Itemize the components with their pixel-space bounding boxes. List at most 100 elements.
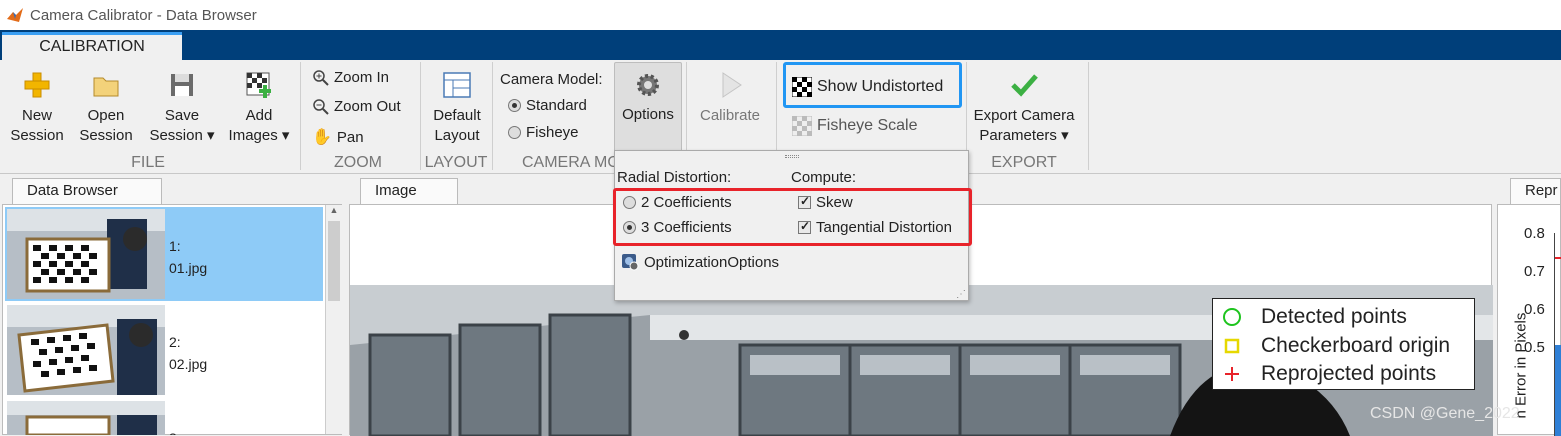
floppy-disk-icon xyxy=(171,74,193,96)
fisheye-radio[interactable]: Fisheye xyxy=(508,124,579,141)
legend-detected: Detected points xyxy=(1221,305,1407,329)
export-label-2: Parameters xyxy=(979,127,1057,144)
dropdown-arrow-icon: ▾ xyxy=(1056,127,1069,144)
default-layout-button[interactable]: Default Layout xyxy=(426,70,488,146)
list-item[interactable]: 2: 02.jpg xyxy=(5,303,323,397)
thumbnail-image xyxy=(7,305,165,395)
resize-grip-icon[interactable]: ⋰ xyxy=(956,289,966,300)
standard-label: Standard xyxy=(526,97,587,114)
play-icon xyxy=(722,72,742,98)
separator xyxy=(300,62,301,170)
separator xyxy=(492,62,493,170)
pan-label: Pan xyxy=(336,128,364,146)
scroll-thumb[interactable] xyxy=(328,221,340,301)
item-index: 2: xyxy=(169,334,181,350)
zoom-out-label: Zoom Out xyxy=(334,98,401,115)
radial-distortion-label: Radial Distortion: xyxy=(617,169,732,186)
options-popup: Radial Distortion: Compute: 2 Coefficien… xyxy=(613,150,972,301)
zoom-in-icon xyxy=(313,70,329,86)
options-button[interactable]: Options xyxy=(614,62,682,152)
legend-reprojected-label: Reprojected points xyxy=(1261,362,1437,385)
zoom-out-button[interactable]: Zoom Out xyxy=(312,98,401,115)
camera-model-group-label: CAMERA MO xyxy=(522,154,614,171)
item-index: 1: xyxy=(169,238,181,254)
zoom-group-label: ZOOM xyxy=(334,154,382,171)
drag-grip-icon[interactable] xyxy=(785,155,799,158)
item-filename: 01.jpg xyxy=(169,260,208,276)
thumbnail-image xyxy=(7,209,165,299)
layout-grid-icon xyxy=(443,72,471,98)
plus-icon xyxy=(24,72,50,98)
layout-group-label: LAYOUT xyxy=(424,154,488,171)
export-label-1: Export Camera xyxy=(973,107,1075,124)
list-item-label: 3: xyxy=(169,427,181,435)
data-browser-panel: 1: 01.jpg 2: 02.jpg ▲ xyxy=(2,204,342,435)
add-images-label-1: Add xyxy=(245,107,273,124)
item-filename: 02.jpg xyxy=(169,356,208,372)
add-images-label-2: Images xyxy=(228,127,278,144)
tab-reprojection[interactable]: Repr xyxy=(1510,178,1561,204)
item-index: 3: xyxy=(169,430,181,435)
export-camera-parameters-button[interactable]: Export Camera Parameters ▾ xyxy=(968,70,1080,146)
show-undistorted-highlight xyxy=(783,62,962,108)
zoom-out-icon xyxy=(313,99,329,115)
legend-origin: Checkerboard origin xyxy=(1221,334,1450,358)
thumbnail-image xyxy=(7,401,165,435)
dropdown-arrow-icon: ▾ xyxy=(277,127,290,144)
plot-legend: Detected points Checkerboard origin Repr… xyxy=(1212,298,1475,390)
default-layout-label-1: Default xyxy=(433,107,481,124)
add-images-button[interactable]: Add Images ▾ xyxy=(222,70,296,146)
vertical-scrollbar[interactable]: ▲ xyxy=(325,205,342,434)
gear-icon xyxy=(637,74,659,96)
save-session-button[interactable]: Save Session ▾ xyxy=(144,70,220,146)
yellow-square-icon xyxy=(1224,338,1240,354)
title-bar: Camera Calibrator - Data Browser xyxy=(0,0,1561,30)
file-group-label: FILE xyxy=(131,154,165,171)
add-images-icon xyxy=(246,72,271,98)
y-axis-label: n Error in Pixels xyxy=(1512,312,1530,419)
dropdown-arrow-icon: ▾ xyxy=(202,127,215,144)
hand-icon: ✋ xyxy=(312,129,332,146)
fisheye-scale-button[interactable]: Fisheye Scale xyxy=(792,116,918,136)
watermark: CSDN @Gene_2022 xyxy=(1370,405,1520,422)
zoom-in-button[interactable]: Zoom In xyxy=(312,69,389,86)
open-session-label-2: Session xyxy=(79,127,133,144)
optimization-label: OptimizationOptions xyxy=(644,253,780,271)
new-session-button[interactable]: New Session xyxy=(6,70,68,146)
default-layout-label-2: Layout xyxy=(434,127,480,144)
calibrate-label: Calibrate xyxy=(699,107,761,124)
standard-radio[interactable]: Standard xyxy=(508,97,587,114)
open-session-button[interactable]: Open Session xyxy=(74,70,138,146)
camera-model-label: Camera Model: xyxy=(500,71,603,88)
ribbon-tab-bar: CALIBRATION xyxy=(0,30,1561,60)
radio-standard-indicator xyxy=(508,99,521,112)
separator xyxy=(420,62,421,170)
list-item-label: 1: 01.jpg xyxy=(169,235,207,279)
matlab-logo-icon xyxy=(7,8,23,22)
separator xyxy=(1088,62,1089,170)
export-group-label: EXPORT xyxy=(991,154,1057,171)
checkmark-icon xyxy=(1011,74,1038,97)
zoom-in-label: Zoom In xyxy=(334,69,390,86)
tab-calibration[interactable]: CALIBRATION xyxy=(2,32,182,60)
optimization-options-button[interactable]: OptimizationOptions xyxy=(621,253,779,271)
optimization-icon xyxy=(622,254,639,271)
pan-button[interactable]: ✋ Pan xyxy=(312,127,364,147)
list-item[interactable]: 1: 01.jpg xyxy=(5,207,323,301)
open-session-label-1: Open xyxy=(87,107,125,124)
fisheye-scale-label: Fisheye Scale xyxy=(817,117,918,134)
checkerboard-faded-icon xyxy=(792,116,812,136)
red-plus-icon xyxy=(1225,367,1239,381)
new-session-label-1: New xyxy=(21,107,52,124)
list-item[interactable]: 3: xyxy=(5,399,323,435)
tab-data-browser[interactable]: Data Browser xyxy=(12,178,162,204)
scroll-up-icon[interactable]: ▲ xyxy=(326,205,342,215)
save-session-label-1: Save xyxy=(164,107,200,124)
compute-label: Compute: xyxy=(791,169,857,186)
radio-fisheye-indicator xyxy=(508,126,521,139)
calibrate-button[interactable]: Calibrate xyxy=(692,70,768,126)
legend-reprojected: Reprojected points xyxy=(1221,362,1436,386)
legend-detected-label: Detected points xyxy=(1261,305,1407,328)
bar-mark xyxy=(1555,345,1561,436)
tab-image[interactable]: Image xyxy=(360,178,458,204)
